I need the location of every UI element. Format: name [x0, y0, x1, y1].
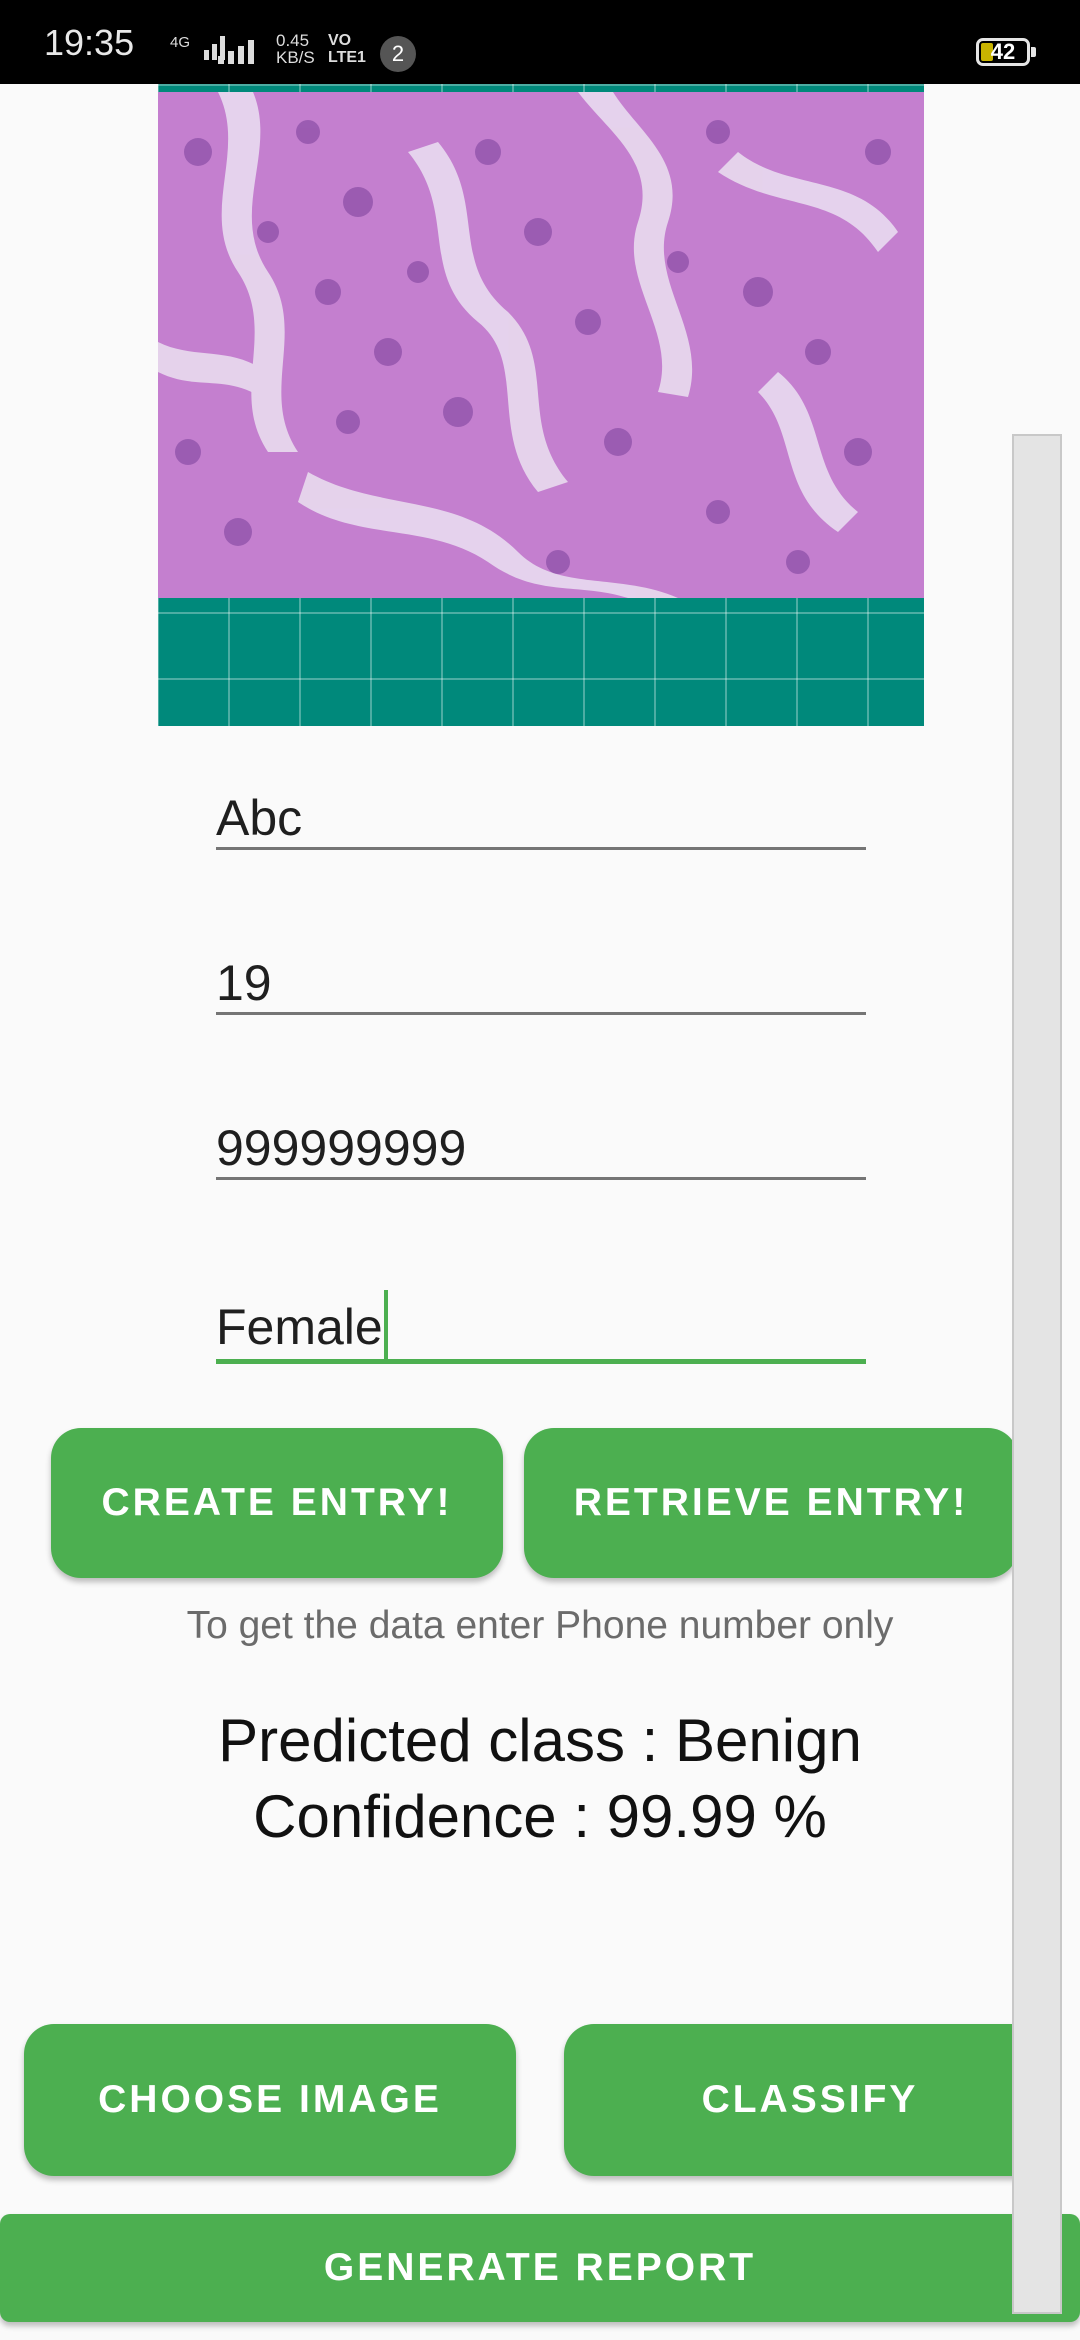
volte-indicator: VO LTE1: [328, 32, 366, 66]
create-entry-label: CREATE ENTRY!: [101, 1481, 453, 1524]
text-cursor: [383, 1289, 388, 1360]
status-time: 19:35: [44, 22, 135, 63]
generate-report-button[interactable]: GENERATE REPORT: [0, 2214, 1080, 2322]
name-field[interactable]: Abc: [216, 790, 866, 850]
confidence-text: Confidence : 99.99 %: [253, 1783, 827, 1850]
name-value: Abc: [216, 790, 303, 846]
notification-count-badge: 2: [380, 36, 416, 72]
choose-image-label: CHOOSE IMAGE: [98, 2078, 442, 2121]
battery-icon: 42: [976, 38, 1036, 66]
scrollbar[interactable]: [1012, 434, 1062, 2314]
phone-value: 999999999: [216, 1120, 467, 1176]
hint-text: To get the data enter Phone number only: [186, 1604, 894, 1647]
predicted-class-text: Predicted class : Benign: [218, 1707, 862, 1774]
phone-field[interactable]: 999999999: [216, 1120, 866, 1180]
image-preview: [158, 84, 924, 726]
age-value: 19: [216, 955, 272, 1011]
classify-label: CLASSIFY: [701, 2078, 919, 2121]
retrieve-entry-button[interactable]: RETRIEVE ENTRY!: [524, 1428, 1018, 1578]
choose-image-button[interactable]: CHOOSE IMAGE: [24, 2024, 516, 2176]
age-field[interactable]: 19: [216, 955, 866, 1015]
signal-strength-icon: [218, 40, 254, 64]
battery-level: 42: [990, 39, 1016, 64]
create-entry-button[interactable]: CREATE ENTRY!: [51, 1428, 503, 1578]
classify-button[interactable]: CLASSIFY: [564, 2024, 1056, 2176]
status-bar: 19:35 4G 0.45 KB/S VO LTE1 2 42: [0, 0, 1080, 84]
volte-line2: LTE1: [328, 49, 366, 66]
data-speed-unit: KB/S: [276, 48, 315, 67]
gender-value: Female: [216, 1299, 383, 1355]
histology-image-art: [158, 92, 924, 598]
retrieve-entry-label: RETRIEVE ENTRY!: [573, 1481, 969, 1524]
generate-report-label: GENERATE REPORT: [323, 2246, 757, 2289]
data-speed: 0.45 KB/S: [276, 32, 315, 66]
gender-field[interactable]: Female: [216, 1284, 866, 1364]
histopathology-image: [158, 92, 924, 598]
volte-line1: VO: [328, 32, 352, 49]
